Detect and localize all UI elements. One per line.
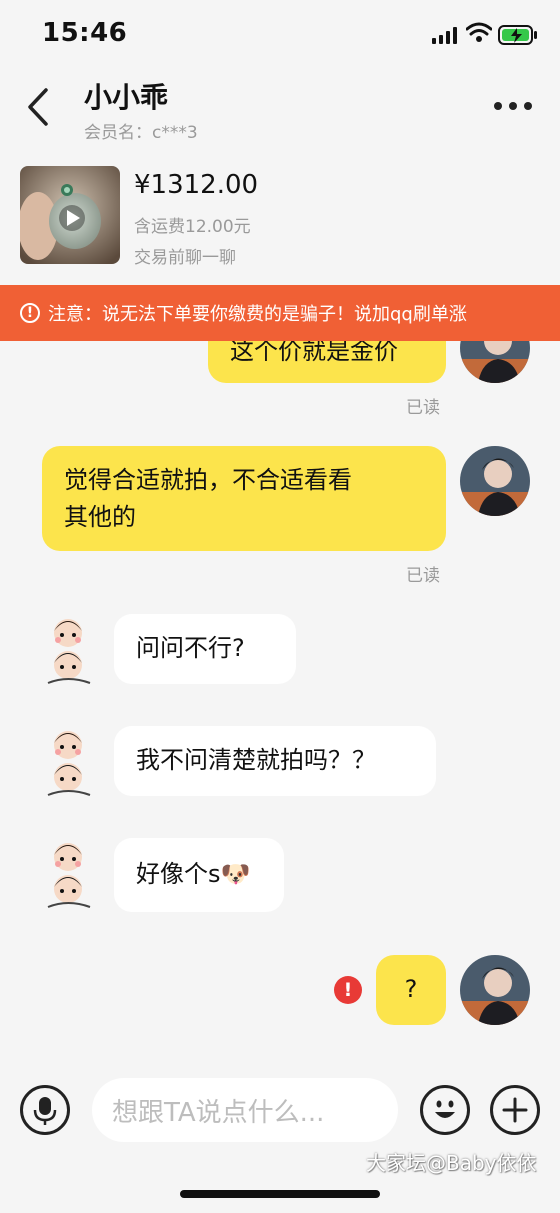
warning-icon: ! <box>20 303 40 323</box>
member-name: 会员名：c***3 <box>84 123 198 143</box>
message-bubble-incoming[interactable]: 问问不行? <box>114 614 296 684</box>
read-status: 已读 <box>406 398 440 418</box>
watermark: 大家坛@Baby依依 <box>366 1151 537 1175</box>
smiley-icon[interactable] <box>420 1085 470 1135</box>
shipping-fee: 含运费12.00元 <box>134 217 251 237</box>
battery-charging-icon <box>498 25 537 45</box>
product-price: ¥1312.00 <box>134 170 259 200</box>
message-bubble-outgoing[interactable]: 这个价就是金价 <box>208 341 446 383</box>
message-bubble-outgoing[interactable]: ? <box>376 955 446 1025</box>
my-avatar[interactable] <box>460 341 530 383</box>
send-failed-icon[interactable]: ! <box>334 976 362 1004</box>
message-input-placeholder: 想跟TA说点什么... <box>112 1097 325 1128</box>
more-dots-icon[interactable] <box>494 96 534 116</box>
message-text: 好像个s <box>136 860 221 888</box>
my-avatar[interactable] <box>460 955 530 1025</box>
message-bubble-incoming[interactable]: 我不问清楚就拍吗？？ <box>114 726 436 796</box>
plus-icon[interactable] <box>490 1085 540 1135</box>
message-text: 这个价就是金价 <box>230 341 398 365</box>
message-text: 我不问清楚就拍吗？？ <box>136 746 376 774</box>
chat-title: 小小乖 <box>84 81 169 114</box>
dog-emoji-icon: 🐶 <box>220 860 251 888</box>
scam-warning-banner[interactable]: ! 注意：说无法下单要你缴费的是骗子！说加qq刷单涨 <box>0 285 560 341</box>
message-text-line: 其他的 <box>64 503 136 531</box>
wifi-icon <box>466 22 492 42</box>
message-bubble-outgoing[interactable]: 觉得合适就拍，不合适看看 其他的 <box>42 446 446 551</box>
message-bubble-incoming[interactable]: 好像个s🐶 <box>114 838 284 912</box>
status-time: 15:46 <box>42 18 128 48</box>
message-input[interactable]: 想跟TA说点什么... <box>92 1078 398 1142</box>
play-icon <box>59 205 85 231</box>
product-thumbnail[interactable] <box>20 166 120 264</box>
message-text: ? <box>404 975 418 1003</box>
warning-text: 注意：说无法下单要你缴费的是骗子！说加qq刷单涨 <box>48 304 467 325</box>
read-status: 已读 <box>406 566 440 586</box>
microphone-icon[interactable] <box>20 1085 70 1135</box>
chevron-left-icon[interactable] <box>24 86 54 128</box>
my-avatar[interactable] <box>460 446 530 516</box>
message-text: 问问不行? <box>136 634 245 662</box>
chat-hint: 交易前聊一聊 <box>134 248 236 268</box>
chat-list[interactable]: 这个价就是金价 已读 觉得合适就拍，不合适看看 其他的 已读 问问不行? 我不问… <box>0 341 560 1053</box>
contact-avatar[interactable] <box>42 613 96 687</box>
contact-avatar[interactable] <box>42 837 96 911</box>
contact-avatar[interactable] <box>42 725 96 799</box>
home-indicator[interactable] <box>180 1190 380 1198</box>
cellular-signal-icon <box>432 26 458 44</box>
message-text-line: 觉得合适就拍，不合适看看 <box>64 466 352 494</box>
